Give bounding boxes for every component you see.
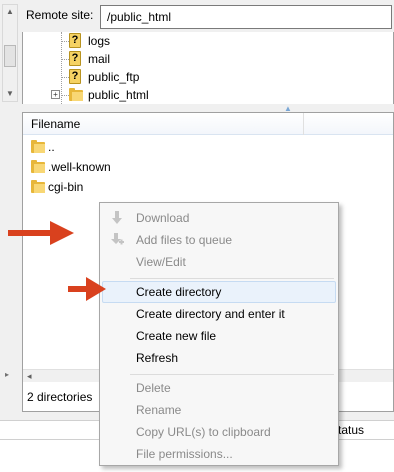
remote-site-path-input[interactable]: /public_html bbox=[100, 5, 392, 29]
menu-item-rename[interactable]: Rename bbox=[102, 399, 336, 421]
menu-item-create-directory-and-enter[interactable]: Create directory and enter it bbox=[102, 303, 336, 325]
scroll-left-icon[interactable]: ◂ bbox=[27, 371, 32, 382]
file-row-parent[interactable]: .. bbox=[23, 137, 393, 157]
menu-item-add-files-to-queue[interactable]: Add files to queue bbox=[102, 229, 336, 251]
filename-column-header[interactable]: Filename bbox=[23, 113, 393, 135]
file-name: cgi-bin bbox=[48, 180, 84, 194]
file-name: .well-known bbox=[48, 160, 111, 174]
unknown-folder-icon: ? bbox=[69, 33, 81, 48]
menu-item-create-new-file[interactable]: Create new file bbox=[102, 325, 336, 347]
left-vertical-scrollbar[interactable]: ▲ ▼ bbox=[2, 4, 18, 102]
annotation-arrow-icon bbox=[8, 221, 74, 245]
menu-item-refresh[interactable]: Refresh bbox=[102, 347, 336, 369]
expand-icon[interactable]: + bbox=[51, 90, 60, 99]
tree-item-label: mail bbox=[88, 52, 111, 66]
annotation-arrow-icon bbox=[68, 277, 106, 301]
scroll-down-icon[interactable]: ▼ bbox=[6, 89, 14, 98]
menu-item-view-edit[interactable]: View/Edit bbox=[102, 251, 336, 273]
menu-item-create-directory[interactable]: Create directory bbox=[102, 281, 336, 303]
tree-item-public-html[interactable]: + public_html bbox=[23, 86, 393, 104]
file-name: .. bbox=[48, 140, 55, 154]
tree-item-label: logs bbox=[88, 34, 111, 48]
remote-directory-tree: ? logs ? mail ? public_ftp + public_html bbox=[22, 32, 394, 104]
context-menu: Download Add files to queue View/Edit Cr… bbox=[99, 202, 339, 466]
tree-item-public-ftp[interactable]: ? public_ftp bbox=[23, 68, 393, 86]
menu-item-download[interactable]: Download bbox=[102, 207, 336, 229]
unknown-folder-icon: ? bbox=[69, 69, 81, 84]
menu-separator bbox=[130, 278, 334, 279]
scroll-thumb[interactable] bbox=[4, 45, 16, 67]
remote-site-bar: Remote site: /public_html bbox=[22, 0, 394, 32]
column-divider[interactable] bbox=[303, 113, 304, 135]
remote-site-label: Remote site: bbox=[26, 8, 94, 22]
folder-icon bbox=[31, 180, 45, 196]
menu-item-copy-url[interactable]: Copy URL(s) to clipboard bbox=[102, 421, 336, 443]
folder-icon bbox=[31, 160, 45, 176]
filename-column-label: Filename bbox=[31, 117, 81, 131]
file-row-cgi-bin[interactable]: cgi-bin bbox=[23, 177, 393, 197]
download-arrow-icon bbox=[110, 210, 124, 226]
add-to-queue-icon bbox=[110, 232, 124, 248]
tree-item-mail[interactable]: ? mail bbox=[23, 50, 393, 68]
folder-icon bbox=[31, 140, 45, 156]
folder-icon bbox=[69, 88, 83, 104]
menu-item-delete[interactable]: Delete bbox=[102, 377, 336, 399]
tree-item-logs[interactable]: ? logs bbox=[23, 32, 393, 50]
menu-separator bbox=[130, 374, 334, 375]
file-row-well-known[interactable]: .well-known bbox=[23, 157, 393, 177]
menu-item-file-permissions[interactable]: File permissions... bbox=[102, 443, 336, 465]
tree-item-label: public_ftp bbox=[88, 70, 140, 84]
directory-count-status: 2 directories bbox=[27, 390, 93, 404]
unknown-folder-icon: ? bbox=[69, 51, 81, 66]
scroll-up-icon[interactable]: ▲ bbox=[6, 7, 14, 16]
panel-splitter[interactable]: ▲ bbox=[0, 104, 394, 113]
scroll-right-icon[interactable]: ▸ bbox=[5, 370, 15, 380]
tree-item-label: public_html bbox=[88, 88, 149, 102]
